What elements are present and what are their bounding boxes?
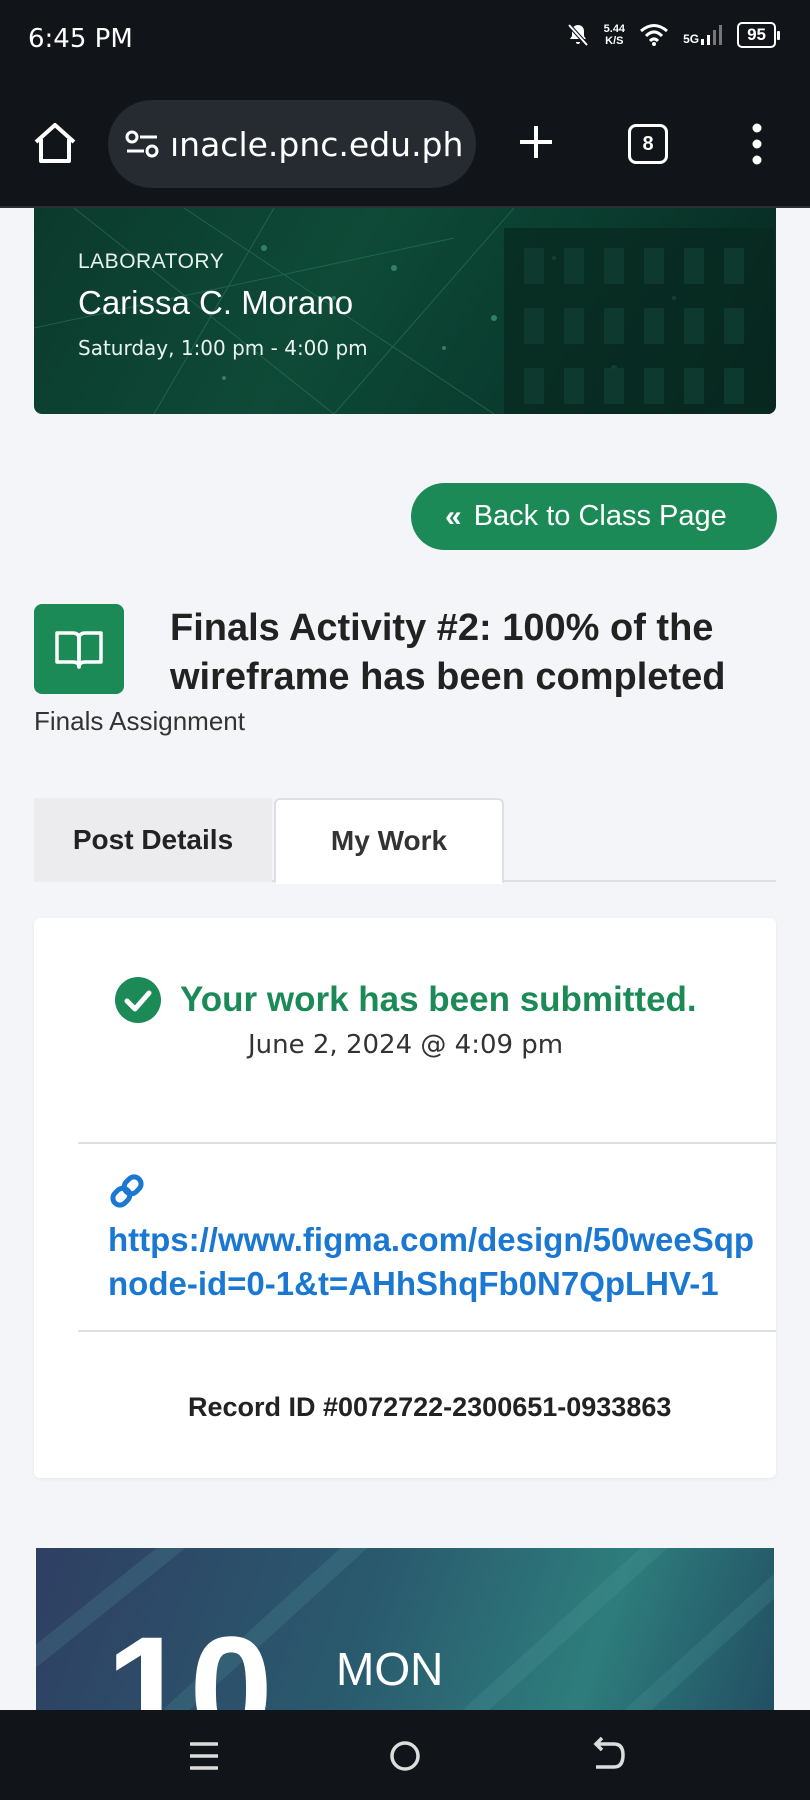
status-bar: 6:45 PM 5.44 K/S 5G 95 [0,0,810,80]
divider [78,1142,776,1144]
submission-status-text: Your work has been submitted. [180,980,697,1019]
tab-my-work[interactable]: My Work [274,798,504,884]
activity-title: Finals Activity #2: 100% of the wirefram… [170,607,726,698]
submission-date: June 2, 2024 @ 4:09 pm [248,1030,564,1060]
back-nav-icon[interactable] [586,1734,630,1778]
tab-switcher-button[interactable]: 8 [628,124,668,164]
more-options-icon[interactable] [742,120,772,168]
battery-indicator: 95 [737,22,780,48]
recent-apps-icon[interactable] [182,1734,226,1778]
new-tab-icon[interactable] [512,118,560,166]
back-button-label: Back to Class Page [473,500,727,532]
divider [78,1330,776,1332]
activity-subtitle: Finals Assignment [34,706,245,736]
tab-post-details[interactable]: Post Details [34,798,272,882]
check-circle-icon [115,977,161,1023]
calendar-day: 10 [106,1605,273,1710]
record-id: Record ID #0072722-2300651-0933863 [188,1392,672,1422]
link-icon [110,1174,144,1208]
class-banner: LABORATORY Carissa C. Morano Saturday, 1… [34,208,776,414]
bell-off-icon [567,23,589,47]
signal-icon: 5G [683,24,723,46]
class-schedule: Saturday, 1:00 pm - 4:00 pm [78,336,368,360]
status-icons: 5.44 K/S 5G 95 [566,22,780,48]
system-nav-bar [0,1710,810,1800]
class-type: LABORATORY [78,250,225,273]
net-speed: 5.44 K/S [603,23,626,47]
url-text: ınacle.pnc.edu.ph [170,124,464,164]
back-to-class-button[interactable]: « Back to Class Page [411,483,777,550]
submission-card: Your work has been submitted. June 2, 20… [34,918,776,1478]
calendar-card: 10 MON [36,1548,774,1710]
home-nav-icon[interactable] [383,1734,427,1778]
activity-tabs: Post Details My Work [34,798,776,884]
calendar-weekday: MON [336,1643,444,1695]
teacher-name: Carissa C. Morano [78,284,354,321]
open-book-icon [34,604,124,694]
submission-status: Your work has been submitted. [114,976,697,1024]
home-icon[interactable] [30,118,80,168]
site-settings-icon[interactable] [124,129,160,159]
submission-link[interactable]: https://www.figma.com/design/50weeSqp no… [108,1218,754,1306]
wifi-icon [640,24,669,46]
address-bar[interactable]: ınacle.pnc.edu.ph [108,100,476,188]
double-chevron-left-icon: « [445,499,462,533]
browser-toolbar: ınacle.pnc.edu.ph 8 [0,80,810,208]
status-time: 6:45 PM [28,24,133,54]
